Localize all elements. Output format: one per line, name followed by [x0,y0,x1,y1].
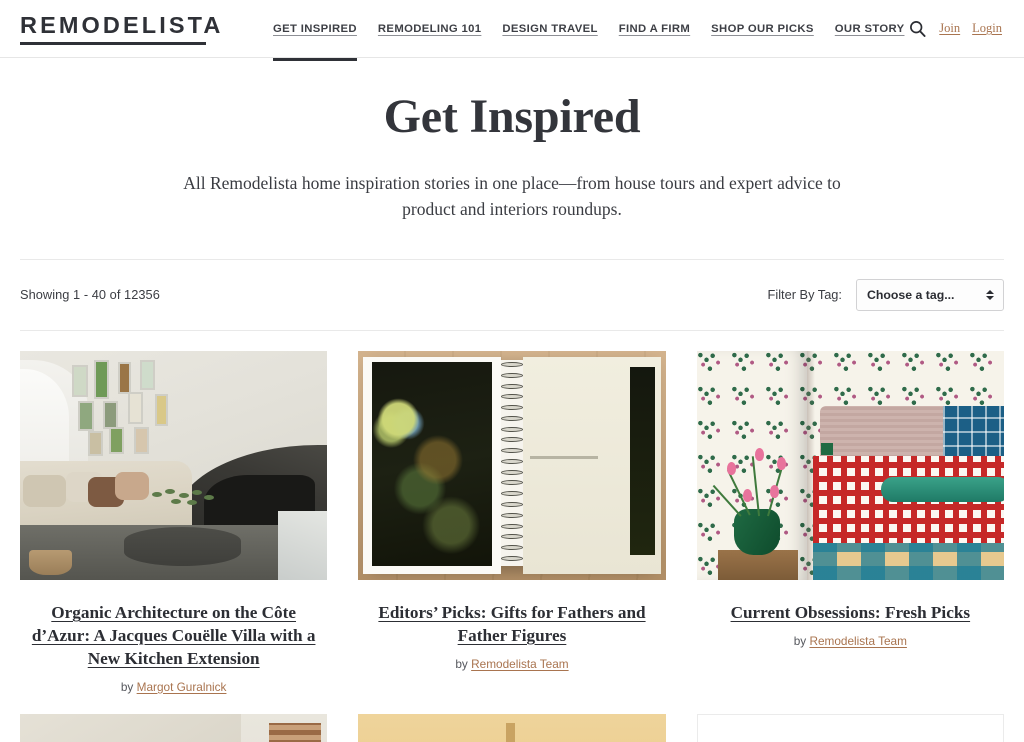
nav-item-our-story[interactable]: OUR STORY [835,21,905,37]
article-title[interactable]: Current Obsessions: Fresh Picks [697,602,1004,625]
article-thumbnail[interactable] [358,713,666,742]
header-actions: Join Login [907,19,1004,39]
tag-filter-value: Choose a tag... [867,287,955,302]
article-card[interactable] [696,713,1004,742]
article-thumbnail[interactable] [20,713,328,742]
article-card[interactable] [20,713,328,742]
article-author-link[interactable]: Margot Guralnick [137,680,227,694]
nav-item-shop-our-picks[interactable]: SHOP OUR PICKS [711,21,814,37]
article-card[interactable] [358,713,666,742]
main-navigation: GET INSPIRED REMODELING 101 DESIGN TRAVE… [273,0,905,61]
join-link[interactable]: Join [939,21,960,36]
nav-item-get-inspired[interactable]: GET INSPIRED [273,21,357,61]
article-thumbnail[interactable] [20,350,328,580]
nav-item-remodeling-101[interactable]: REMODELING 101 [378,21,481,37]
results-count: Showing 1 - 40 of 12356 [20,287,160,303]
logo-underline [20,41,206,45]
page-title: Get Inspired [383,90,641,143]
byline-prefix: by [455,656,468,671]
article-card[interactable]: Organic Architecture on the Côte d’Azur:… [20,350,328,694]
open-book-photo [358,350,666,580]
article-card[interactable]: Editors’ Picks: Gifts for Fathers and Fa… [358,350,666,694]
article-author-link[interactable]: Remodelista Team [809,634,906,648]
filter-controls: Filter By Tag: Choose a tag... [767,278,1004,311]
article-grid: Organic Architecture on the Côte d’Azur:… [20,331,1004,742]
tag-filter-select[interactable]: Choose a tag... [856,278,1004,311]
up-down-stepper-icon [986,289,994,300]
article-card[interactable]: Current Obsessions: Fresh Picks by Remod… [696,350,1004,694]
site-logo[interactable]: REMODELISTA [20,12,235,45]
spiral-binding [501,358,523,573]
article-thumbnail[interactable] [696,350,1004,580]
search-icon[interactable] [907,19,927,39]
living-room-photo [20,350,328,580]
article-title[interactable]: Organic Architecture on the Côte d’Azur:… [20,602,327,671]
article-byline: by Remodelista Team [358,657,665,671]
site-header: REMODELISTA GET INSPIRED REMODELING 101 … [0,0,1024,61]
byline-prefix: by [793,633,807,648]
nav-item-find-a-firm[interactable]: FIND A FIRM [619,21,690,37]
byline-prefix: by [120,679,134,694]
login-link[interactable]: Login [972,21,1002,36]
filter-bar: Showing 1 - 40 of 12356 Filter By Tag: C… [20,260,1004,330]
nav-item-design-travel[interactable]: DESIGN TRAVEL [502,21,597,37]
logo-text: REMODELISTA [20,12,224,39]
article-byline: by Remodelista Team [697,634,1004,648]
plaster-room-photo [20,713,328,742]
bedroom-photo [696,350,1004,580]
article-thumbnail-placeholder[interactable] [696,713,1004,742]
yellow-room-photo [358,713,666,742]
filter-by-tag-label: Filter By Tag: [767,287,842,303]
article-title[interactable]: Editors’ Picks: Gifts for Fathers and Fa… [358,602,665,648]
page-subtitle: All Remodelista home inspiration stories… [183,172,841,220]
article-thumbnail[interactable] [358,350,666,580]
article-byline: by Margot Guralnick [20,680,327,694]
page-hero: Get Inspired All Remodelista home inspir… [0,58,1024,223]
article-author-link[interactable]: Remodelista Team [471,657,568,671]
